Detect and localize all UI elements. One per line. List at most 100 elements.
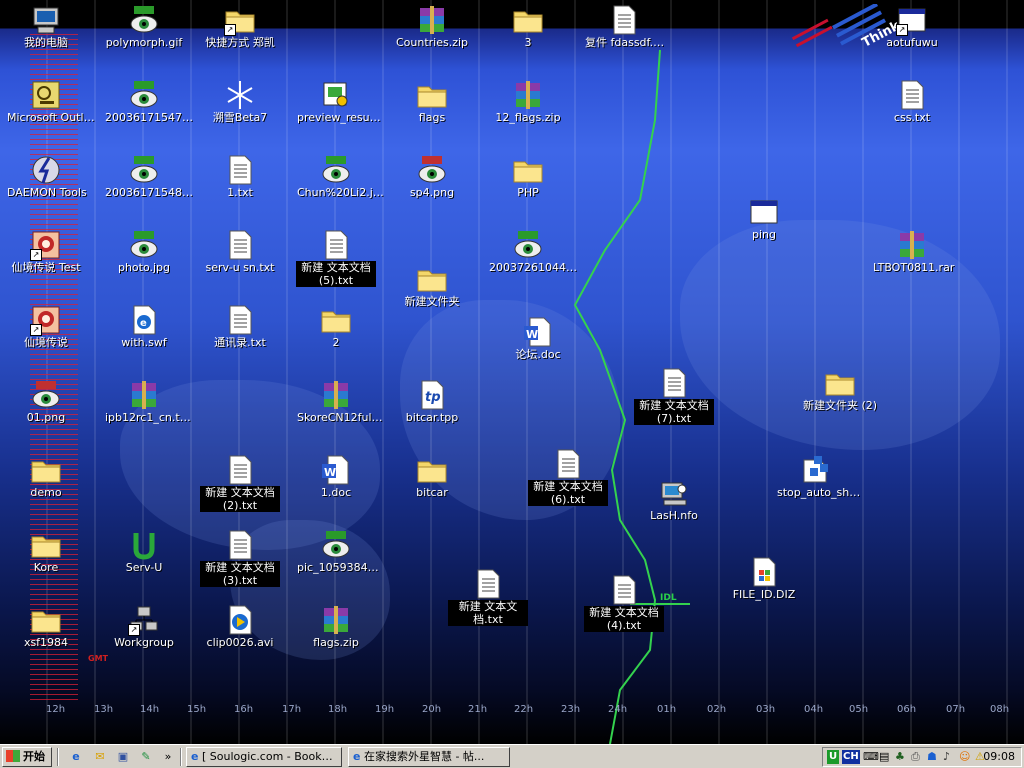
doc-icon: W [320, 454, 352, 486]
timezone-label: 12h [46, 704, 66, 715]
desktop-icon[interactable]: 新建 文本文档.txt [448, 568, 528, 629]
desktop-icon[interactable]: 3 [488, 4, 568, 52]
rar-icon [320, 379, 352, 411]
qq-icon[interactable]: ☺ [959, 750, 970, 763]
shortcut-arrow-icon: ↗ [224, 24, 236, 36]
timezone-label: 02h [707, 704, 727, 715]
desktop-icon[interactable]: xsf1984 [6, 604, 86, 652]
folder-icon [416, 263, 448, 295]
desktop-icon[interactable]: W 1.doc [296, 454, 376, 502]
desktop-icon[interactable]: 新建文件夹 (2) [800, 367, 880, 415]
desktop-icon[interactable]: 新建 文本文档 (4).txt [584, 574, 664, 635]
desktop-icon[interactable]: Countries.zip [392, 4, 472, 52]
desktop-icon[interactable]: 2003617154742... [104, 79, 194, 127]
desktop-icon[interactable]: 新建 文本文档 (2).txt [200, 454, 280, 515]
desktop-icon[interactable]: 01.png [6, 379, 86, 427]
txt-icon [224, 529, 256, 561]
timezone-label: 21h [468, 704, 488, 715]
desktop-icon[interactable]: 新建文件夹 [392, 263, 472, 311]
timezone-scale: 12h 13h 14h 15h 16h 17h 18h 19h 20h 21h 22h 23h 24h 0… [0, 700, 1024, 724]
tray-app-icon[interactable]: ♣ [895, 750, 905, 763]
desktop-icon[interactable]: photo.jpg [104, 229, 184, 277]
start-button[interactable]: 开始 [2, 747, 52, 767]
desktop-icon[interactable]: 新建 文本文档 (3).txt [200, 529, 280, 590]
desktop-icon[interactable]: LasH.nfo [634, 477, 714, 525]
icon-label: bitcar [416, 486, 448, 499]
desktop-icon[interactable]: 溯雪Beta7 [200, 79, 280, 127]
desktop-icon[interactable]: 复件 fdassdf.msg [584, 4, 674, 52]
desktop-icon[interactable]: tp bitcar.tpp [392, 379, 472, 427]
desktop-icon[interactable]: pic_1059384099... [296, 529, 386, 577]
desktop-icon[interactable]: Serv-U [104, 529, 184, 577]
taskbar: 开始 e ✉ ▣ ✎ » e [ Soulogic.com - Bookmar.… [0, 744, 1024, 768]
icon-label: 2003726104416... [489, 261, 578, 274]
desktop-icon[interactable]: e with.swf [104, 304, 184, 352]
desktop-icon[interactable]: 2003726104416... [488, 229, 578, 277]
desktop-icon[interactable]: SkoreCN12full.rar [296, 379, 386, 427]
desktop[interactable]: IDL GMT Think 12h 13h 14h 15h 16h 17h 18h 19h 20… [0, 0, 1024, 744]
desktop-icon[interactable]: PHP [488, 154, 568, 202]
desktop-icon[interactable]: Chun%20Li2.jpg [296, 154, 386, 202]
desktop-icon[interactable]: preview_resume... [296, 79, 386, 127]
desktop-icon[interactable]: 新建 文本文档 (6).txt [528, 448, 608, 509]
volume-icon[interactable]: ♪ [943, 750, 950, 763]
keyboard-icon[interactable]: ⌨ [863, 750, 879, 763]
serv-u-tray-icon[interactable]: U [827, 750, 839, 764]
task-label: 在家搜索外星智慧 - 帖... [363, 750, 485, 763]
desktop-icon[interactable]: stop_auto_shar... [776, 454, 866, 502]
clock[interactable]: 09:08 [983, 749, 1015, 765]
desktop-icon[interactable]: bitcar [392, 454, 472, 502]
desktop-icon[interactable]: LTBOT0811.rar [872, 229, 954, 277]
folder-icon [512, 154, 544, 186]
txt-icon [896, 79, 928, 111]
desktop-icon[interactable]: ↗ 仙境传说 Test [6, 229, 86, 277]
quick-launch-app-icon[interactable]: ✎ [138, 749, 154, 765]
icon-label: 2003617154818... [105, 186, 194, 199]
desktop-icon[interactable]: polymorph.gif [104, 4, 184, 52]
ie-icon[interactable]: e [68, 749, 84, 765]
desktop-icon[interactable]: ↗ aotufuwu [872, 4, 952, 52]
txt-icon [224, 304, 256, 336]
desktop-icon[interactable]: ipb12rc1_cn.tar.gz [104, 379, 194, 427]
desktop-icon[interactable]: ↗ 快捷方式 郑凯 [200, 4, 280, 52]
desktop-icon[interactable]: flags.zip [296, 604, 376, 652]
desktop-icon[interactable]: DAEMON Tools [6, 154, 87, 202]
desktop-icon[interactable]: ↗ Workgroup [104, 604, 184, 652]
desktop-icon[interactable]: 新建 文本文档 (7).txt [634, 367, 714, 428]
desktop-icon[interactable]: W 论坛.doc [498, 316, 578, 364]
task-button-seti[interactable]: e 在家搜索外星智慧 - 帖... [348, 747, 510, 767]
desktop-icon[interactable]: ping [724, 196, 804, 244]
outlook-express-icon[interactable]: ✉ [92, 749, 108, 765]
desktop-icon[interactable]: Kore [6, 529, 86, 577]
desktop-icon[interactable]: Microsoft Outlook [6, 79, 96, 127]
desktop-icon[interactable]: clip0026.avi [200, 604, 280, 652]
desktop-icon[interactable]: FILE_ID.DIZ [724, 556, 804, 604]
folder-icon [30, 604, 62, 636]
png-icon [30, 379, 62, 411]
show-desktop-icon[interactable]: ▣ [115, 749, 131, 765]
desktop-icon[interactable]: 12_flags.zip [488, 79, 568, 127]
tray-app-icon[interactable]: ☗ [927, 750, 937, 763]
ime-indicator[interactable]: CH [842, 750, 860, 764]
jpg-icon [128, 154, 160, 186]
icon-label: Chun%20Li2.jpg [297, 186, 386, 199]
desktop-icon[interactable]: 2 [296, 304, 376, 352]
desktop-icon[interactable]: serv-u sn.txt [200, 229, 280, 277]
desktop-icon[interactable]: css.txt [872, 79, 952, 127]
network-icon[interactable]: ▤ [879, 750, 889, 763]
printer-icon[interactable]: ⎙ [911, 750, 920, 764]
desktop-icon[interactable]: 新建 文本文档 (5).txt [296, 229, 376, 290]
desktop-icon[interactable]: demo [6, 454, 86, 502]
task-button-soulogic[interactable]: e [ Soulogic.com - Bookmar... [186, 747, 342, 767]
icon-label: 2003617154742... [105, 111, 194, 124]
jpg-icon [320, 529, 352, 561]
desktop-icon[interactable]: flags [392, 79, 472, 127]
desktop-icon[interactable]: 1.txt [200, 154, 280, 202]
desktop-icon[interactable]: ↗ 仙境传说 [6, 304, 86, 352]
desktop-icon[interactable]: 通讯录.txt [200, 304, 280, 352]
system-tray: U CH ⌨ ▤ ♣ ⎙ ☗ ♪ ☺ ⚠ 09:08 [822, 747, 1022, 767]
desktop-icon[interactable]: 我的电脑 [6, 4, 86, 52]
desktop-icon[interactable]: sp4.png [392, 154, 472, 202]
chevron-right-icon[interactable]: » [160, 749, 176, 765]
desktop-icon[interactable]: 2003617154818... [104, 154, 194, 202]
